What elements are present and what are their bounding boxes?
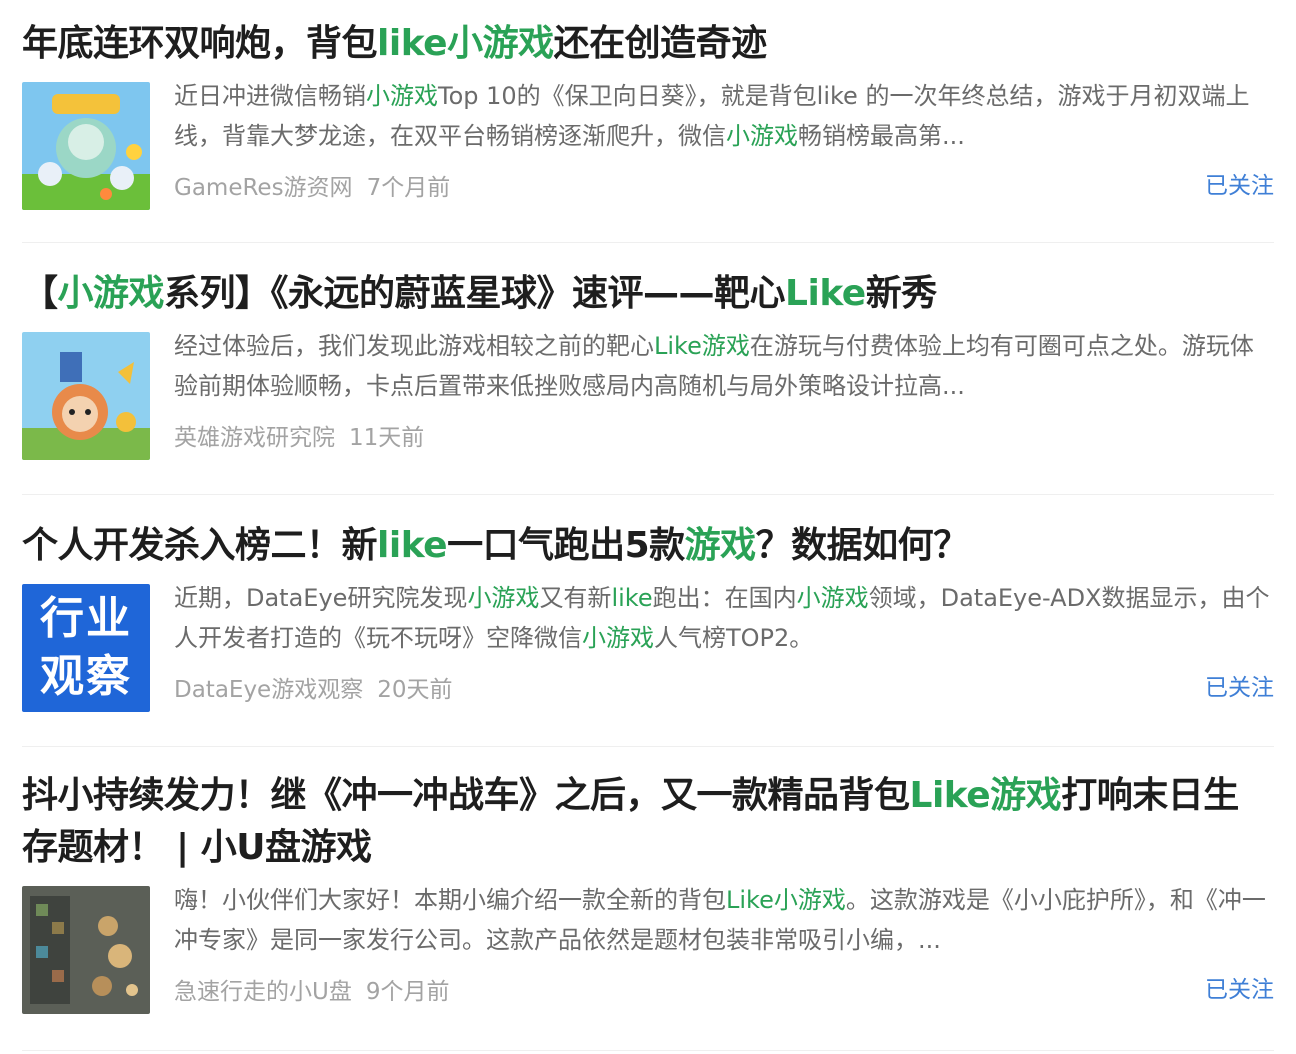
divider [22, 242, 1274, 243]
article-summary: 近日冲进微信畅销小游戏Top 10的《保卫向日葵》，就是背包like 的一次年终… [174, 76, 1274, 156]
keyword-highlight: like [377, 525, 448, 566]
game-art-sunflower-icon[interactable] [22, 82, 150, 210]
article-time: 7个月前 [366, 175, 451, 201]
article-time: 20天前 [377, 677, 453, 703]
text-segment: 一口气跑出5款 [447, 525, 685, 566]
divider [22, 1050, 1274, 1051]
follow-button[interactable]: 已关注 [1205, 166, 1274, 200]
text-segment: 嗨！小伙伴们大家好！本期小编介绍一款全新的背包 [174, 886, 726, 914]
divider [22, 746, 1274, 747]
keyword-highlight: 小游戏 [57, 273, 165, 314]
article-meta: GameRes游资网 7个月前 [174, 168, 450, 202]
article-meta: 英雄游戏研究院 11天前 [174, 418, 424, 452]
article-time: 9个月前 [365, 979, 450, 1005]
text-segment: 抖小持续发力！继《冲一冲战车》之后，又一款精品背包 [22, 775, 910, 816]
follow-button[interactable]: 已关注 [1205, 668, 1274, 702]
keyword-highlight: 小游戏 [467, 584, 540, 612]
keyword-highlight: Like小游戏 [726, 886, 846, 914]
text-segment: 近期，DataEye研究院发现 [174, 584, 468, 612]
article-item-4[interactable]: 抖小持续发力！继《冲一冲战车》之后，又一款精品背包Like游戏打响末日生存题材！… [22, 770, 1274, 1014]
text-segment: 经过体验后，我们发现此游戏相较之前的靶心 [174, 332, 654, 360]
article-title[interactable]: 【小游戏系列】《永远的蔚蓝星球》速评——靶心Like新秀 [22, 268, 1274, 320]
article-source[interactable]: 英雄游戏研究院 [174, 425, 335, 451]
article-title[interactable]: 抖小持续发力！继《冲一冲战车》之后，又一款精品背包Like游戏打响末日生存题材！… [22, 770, 1274, 874]
article-item-3[interactable]: 个人开发杀入榜二！新like一口气跑出5款游戏？数据如何？ 行业 观察 近期，D… [22, 520, 1274, 712]
game-screenshot-icon[interactable] [22, 886, 150, 1014]
divider [22, 494, 1274, 495]
text-segment: 年底连环双响炮，背包 [22, 23, 378, 64]
article-meta: DataEye游戏观察 20天前 [174, 670, 453, 704]
article-source[interactable]: 急速行走的小U盘 [174, 979, 352, 1005]
article-source[interactable]: GameRes游资网 [174, 175, 353, 201]
article-time: 11天前 [349, 425, 425, 451]
industry-observation-thumbnail[interactable]: 行业 观察 [22, 584, 150, 712]
game-art-hero-icon[interactable] [22, 332, 150, 460]
thumbnail-text-line-1: 行业 [40, 593, 132, 644]
keyword-highlight: 小游戏 [796, 584, 869, 612]
keyword-highlight: like [611, 584, 653, 612]
text-segment: ？数据如何？ [755, 525, 970, 566]
thumbnail-text-line-2: 观察 [40, 651, 132, 702]
article-title[interactable]: 年底连环双响炮，背包like小游戏还在创造奇迹 [22, 18, 1274, 70]
text-segment: 个人开发杀入榜二！新 [22, 525, 378, 566]
article-summary: 经过体验后，我们发现此游戏相较之前的靶心Like游戏在游玩与付费体验上均有可圈可… [174, 326, 1274, 406]
article-item-1[interactable]: 年底连环双响炮，背包like小游戏还在创造奇迹 近日冲进微信畅销小游戏Top 1… [22, 18, 1274, 210]
text-segment: 人气榜TOP2。 [654, 624, 814, 652]
text-segment: 畅销榜最高第... [798, 122, 965, 150]
text-segment: 系列】《永远的蔚蓝星球》速评——靶心 [164, 273, 786, 314]
text-segment: 新秀 [865, 273, 938, 314]
article-source[interactable]: DataEye游戏观察 [174, 677, 363, 703]
follow-button[interactable]: 已关注 [1205, 970, 1274, 1004]
article-summary: 近期，DataEye研究院发现小游戏又有新like跑出：在国内小游戏领域，Dat… [174, 578, 1274, 658]
article-title[interactable]: 个人开发杀入榜二！新like一口气跑出5款游戏？数据如何？ [22, 520, 1274, 572]
text-segment: 跑出：在国内 [652, 584, 797, 612]
keyword-highlight: 小游戏 [582, 624, 654, 652]
text-segment: 又有新 [539, 584, 612, 612]
article-item-2[interactable]: 【小游戏系列】《永远的蔚蓝星球》速评——靶心Like新秀 经过体验后，我们发现此… [22, 268, 1274, 460]
text-segment: 【 [22, 273, 58, 314]
article-meta: 急速行走的小U盘 9个月前 [174, 972, 449, 1006]
article-summary: 嗨！小伙伴们大家好！本期小编介绍一款全新的背包Like小游戏。这款游戏是《小小庇… [174, 880, 1274, 960]
keyword-highlight: Like [785, 273, 866, 314]
keyword-highlight: 小游戏 [366, 82, 438, 110]
keyword-highlight: 游戏 [684, 525, 757, 566]
keyword-highlight: 小游戏 [726, 122, 798, 150]
keyword-highlight: Like游戏 [909, 775, 1062, 816]
news-feed: 年底连环双响炮，背包like小游戏还在创造奇迹 近日冲进微信畅销小游戏Top 1… [0, 0, 1296, 1054]
keyword-highlight: Like游戏 [654, 332, 750, 360]
keyword-highlight: like小游戏 [377, 23, 554, 64]
text-segment: 近日冲进微信畅销 [174, 82, 366, 110]
text-segment: 还在创造奇迹 [553, 23, 768, 64]
